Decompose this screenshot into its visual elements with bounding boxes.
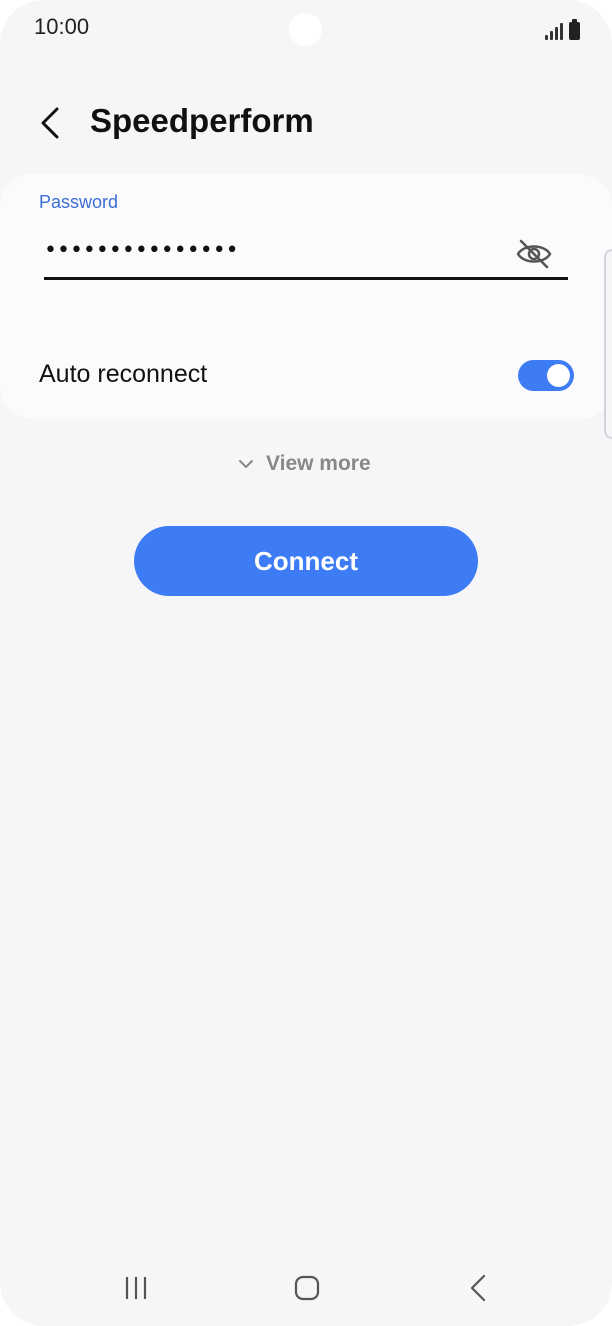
nav-back-button[interactable]	[458, 1270, 498, 1306]
nav-recent-button[interactable]	[116, 1270, 156, 1306]
battery-icon	[569, 19, 580, 40]
show-password-button[interactable]	[514, 234, 554, 274]
password-underline	[44, 277, 568, 280]
auto-reconnect-toggle[interactable]	[518, 360, 574, 391]
phone-screen: 10:00 Speedperform Password Auto reconne…	[0, 0, 612, 1326]
signal-icon	[545, 22, 563, 40]
page-title: Speedperform	[90, 102, 314, 139]
camera-cutout	[289, 13, 322, 46]
back-icon	[470, 1274, 486, 1302]
status-icons	[545, 18, 580, 40]
status-time: 10:00	[34, 14, 90, 39]
nav-home-button[interactable]	[287, 1270, 327, 1306]
home-icon	[294, 1275, 320, 1301]
password-label: Password	[39, 192, 119, 212]
view-more-button[interactable]: View more	[238, 452, 371, 476]
scroll-handle[interactable]	[604, 249, 612, 439]
connect-button[interactable]: Connect	[134, 526, 478, 596]
view-more-label: View more	[266, 452, 371, 475]
back-button[interactable]	[30, 100, 70, 146]
recent-apps-icon	[125, 1277, 147, 1299]
auto-reconnect-label: Auto reconnect	[39, 360, 208, 388]
toggle-knob	[547, 364, 570, 387]
password-field[interactable]	[44, 226, 514, 274]
chevron-down-icon	[239, 460, 253, 468]
chevron-left-icon	[41, 107, 59, 139]
eye-off-icon	[516, 239, 552, 269]
